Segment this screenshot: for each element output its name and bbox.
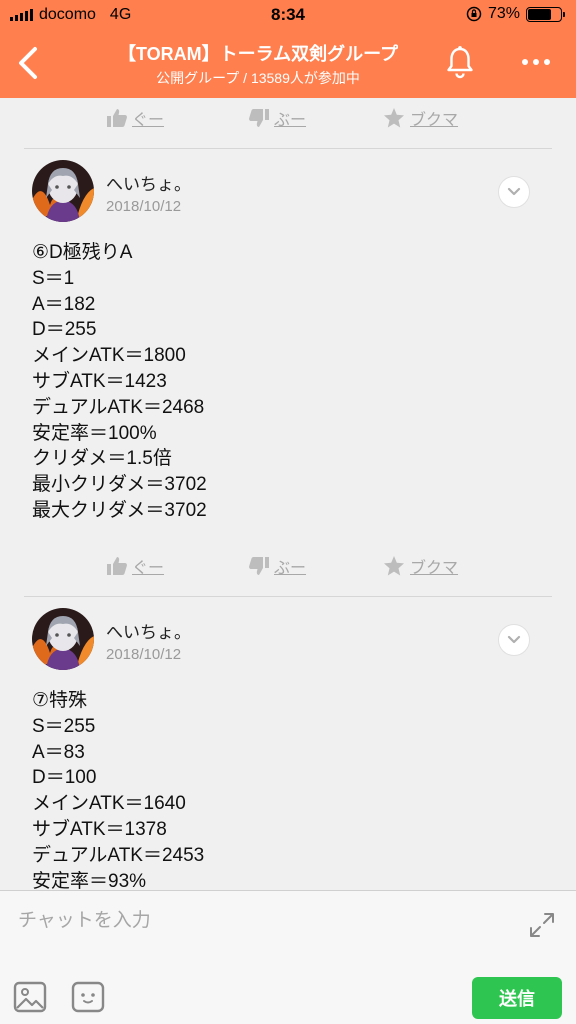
bookmark-button[interactable]: ブクマ: [382, 106, 458, 130]
post-line: ⑦特殊: [32, 690, 88, 711]
avatar[interactable]: [32, 608, 94, 670]
star-icon: [384, 556, 404, 576]
orientation-lock-icon: [466, 6, 482, 22]
image-button[interactable]: [12, 979, 48, 1015]
bad-label: ぶー: [274, 560, 307, 577]
post-line: クリダメ＝1.5倍: [32, 448, 172, 470]
chat-content[interactable]: ぐー ぶー ブクマ へいちょ。 2018/10/12 ⑥D極残りA S＝1 A＝…: [0, 98, 576, 890]
post-line: サブATK＝1378: [32, 818, 167, 840]
bad-button[interactable]: ぶー: [248, 106, 306, 130]
battery-fill: [528, 8, 552, 20]
star-icon: [384, 108, 404, 128]
post-line: 安定率＝93%: [32, 870, 147, 890]
post-line: S＝255: [32, 715, 96, 737]
more-button[interactable]: [510, 42, 562, 82]
good-label: ぐー: [132, 112, 165, 129]
post-body: ⑥D極残りA S＝1 A＝182 D＝255 メインATK＝1800 サブATK…: [32, 240, 552, 524]
thumbs-down-icon: [249, 109, 269, 127]
post-date: 2018/10/12: [106, 198, 182, 215]
chevron-down-icon: [507, 187, 521, 196]
back-button[interactable]: [8, 40, 48, 86]
reaction-bar: ぐー ぶー ブクマ: [0, 548, 576, 584]
more-icon: [522, 59, 528, 65]
post-line: A＝182: [32, 293, 96, 315]
nav-bar: 【TORAM】トーラム双剣グループ 公開グループ / 13589人が参加中: [0, 30, 576, 98]
post-line: デュアルATK＝2468: [32, 396, 205, 418]
group-subtitle: 公開グループ / 13589人が参加中: [156, 70, 360, 86]
post-line: メインATK＝1640: [32, 793, 186, 815]
post-menu-button[interactable]: [498, 176, 530, 208]
post-line: S＝1: [32, 267, 75, 289]
post-line: A＝83: [32, 741, 85, 763]
avatar[interactable]: [32, 160, 94, 222]
send-button[interactable]: 送信: [472, 977, 562, 1019]
bad-button[interactable]: ぶー: [248, 554, 306, 578]
thumbs-up-icon: [107, 109, 127, 127]
chevron-down-icon: [507, 635, 521, 644]
good-button[interactable]: ぐー: [106, 106, 164, 130]
author-name: へいちょ。: [106, 175, 191, 194]
post-line: 安定率＝100%: [32, 422, 157, 444]
expand-button[interactable]: [526, 909, 558, 941]
bad-label: ぶー: [274, 112, 307, 129]
post-menu-button[interactable]: [498, 624, 530, 656]
battery-percent: 73%: [487, 5, 520, 22]
divider: [24, 596, 552, 597]
reaction-bar: ぐー ぶー ブクマ: [0, 100, 576, 136]
battery-info: 73%: [466, 5, 565, 23]
divider: [24, 148, 552, 149]
good-button[interactable]: ぐー: [106, 554, 164, 578]
post-line: D＝255: [32, 319, 97, 341]
status-bar: docomo 4G 8:34 73%: [0, 0, 576, 30]
post-line: ⑥D極残りA: [32, 242, 133, 263]
bookmark-button[interactable]: ブクマ: [382, 554, 458, 578]
image-icon: [13, 981, 47, 1013]
chat-composer: 送信: [0, 890, 576, 1024]
post-line: D＝100: [32, 767, 97, 789]
group-title: 【TORAM】トーラム双剣グループ: [117, 44, 399, 64]
post-line: サブATK＝1423: [32, 370, 167, 392]
post-date: 2018/10/12: [106, 646, 182, 663]
post-header: へいちょ。 2018/10/12: [0, 608, 576, 678]
post-line: メインATK＝1800: [32, 345, 186, 367]
bookmark-label: ブクマ: [410, 560, 459, 577]
bookmark-label: ブクマ: [410, 112, 459, 129]
good-label: ぐー: [132, 560, 165, 577]
chevron-left-icon: [19, 47, 37, 79]
sticker-button[interactable]: [70, 979, 106, 1015]
notification-button[interactable]: [440, 42, 480, 82]
chat-input[interactable]: [18, 903, 498, 939]
thumbs-down-icon: [249, 557, 269, 575]
sticker-icon: [71, 981, 105, 1013]
thumbs-up-icon: [107, 557, 127, 575]
bell-icon: [447, 46, 473, 79]
post-header: へいちょ。 2018/10/12: [0, 160, 576, 230]
author-name: へいちょ。: [106, 623, 191, 642]
post-line: 最大クリダメ＝3702: [32, 499, 207, 521]
expand-icon: [530, 913, 554, 937]
post-line: デュアルATK＝2453: [32, 844, 205, 866]
post-body: ⑦特殊 S＝255 A＝83 D＝100 メインATK＝1640 サブATK＝1…: [32, 688, 552, 890]
battery-icon: [526, 6, 565, 22]
post-line: 最小クリダメ＝3702: [32, 474, 207, 496]
